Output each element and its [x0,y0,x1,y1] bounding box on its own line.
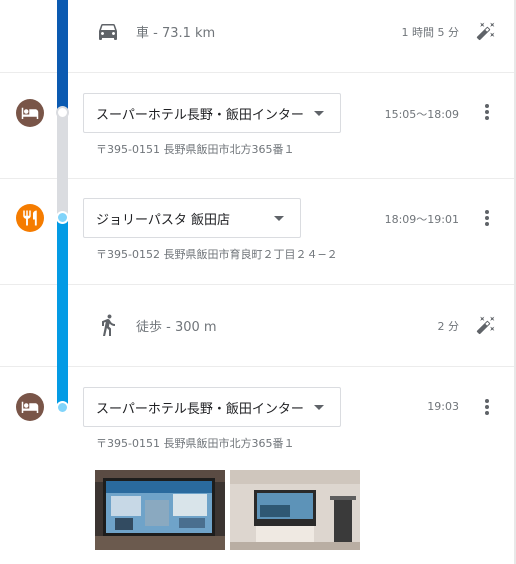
more-options-button[interactable] [480,397,494,417]
hotel-category-badge [16,99,44,127]
timeline-node [56,401,69,414]
hotel-icon [21,401,39,413]
place-name: スーパーホテル長野・飯田インター [96,401,304,417]
divider [0,72,514,73]
chevron-down-icon [314,111,324,116]
itinerary-panel: 車 - 73.1 km 1 時間 5 分 スーパーホテル長野・飯田インター 15… [0,0,516,564]
place-address: 〒395-0152 長野県飯田市育良町２丁目２４−２ [96,248,338,261]
divider [0,178,514,179]
hotel-icon [21,107,39,119]
route-line-stay [57,113,68,218]
hotel-category-badge [16,393,44,421]
magic-wand-icon[interactable] [476,21,496,41]
divider [0,366,514,367]
route-line-driving [57,0,68,113]
leg-summary: 徒歩 - 300 m [136,320,217,335]
leg-summary: 車 - 73.1 km [136,26,216,41]
chevron-down-icon [274,216,284,221]
place-name: ジョリーパスタ 飯田店 [96,212,231,228]
walking-icon [102,314,115,336]
leg-duration: 2 分 [437,320,460,333]
more-options-button[interactable] [480,208,494,228]
place-address: 〒395-0151 長野県飯田市北方365番１ [96,143,295,156]
timeline-node [56,106,69,119]
stop-time: 18:09～19:01 [384,213,459,226]
magic-wand-icon[interactable] [476,315,496,335]
route-line-walking [57,218,68,408]
restaurant-icon [23,210,37,226]
more-options-button[interactable] [480,102,494,122]
stop-time: 15:05～18:09 [384,108,459,121]
divider [0,284,514,285]
leg-duration: 1 時間 5 分 [401,26,460,39]
place-photo[interactable] [95,470,225,550]
place-select-button[interactable]: ジョリーパスタ 飯田店 [83,198,301,238]
car-icon [99,24,117,40]
place-select-button[interactable]: スーパーホテル長野・飯田インター [83,387,341,427]
place-address: 〒395-0151 長野県飯田市北方365番１ [96,437,295,450]
place-photo[interactable] [230,470,360,550]
timeline-node [56,211,69,224]
stop-time: 19:03 [427,400,459,413]
place-name: スーパーホテル長野・飯田インター [96,107,304,123]
restaurant-category-badge [16,204,44,232]
chevron-down-icon [314,405,324,410]
place-select-button[interactable]: スーパーホテル長野・飯田インター [83,93,341,133]
